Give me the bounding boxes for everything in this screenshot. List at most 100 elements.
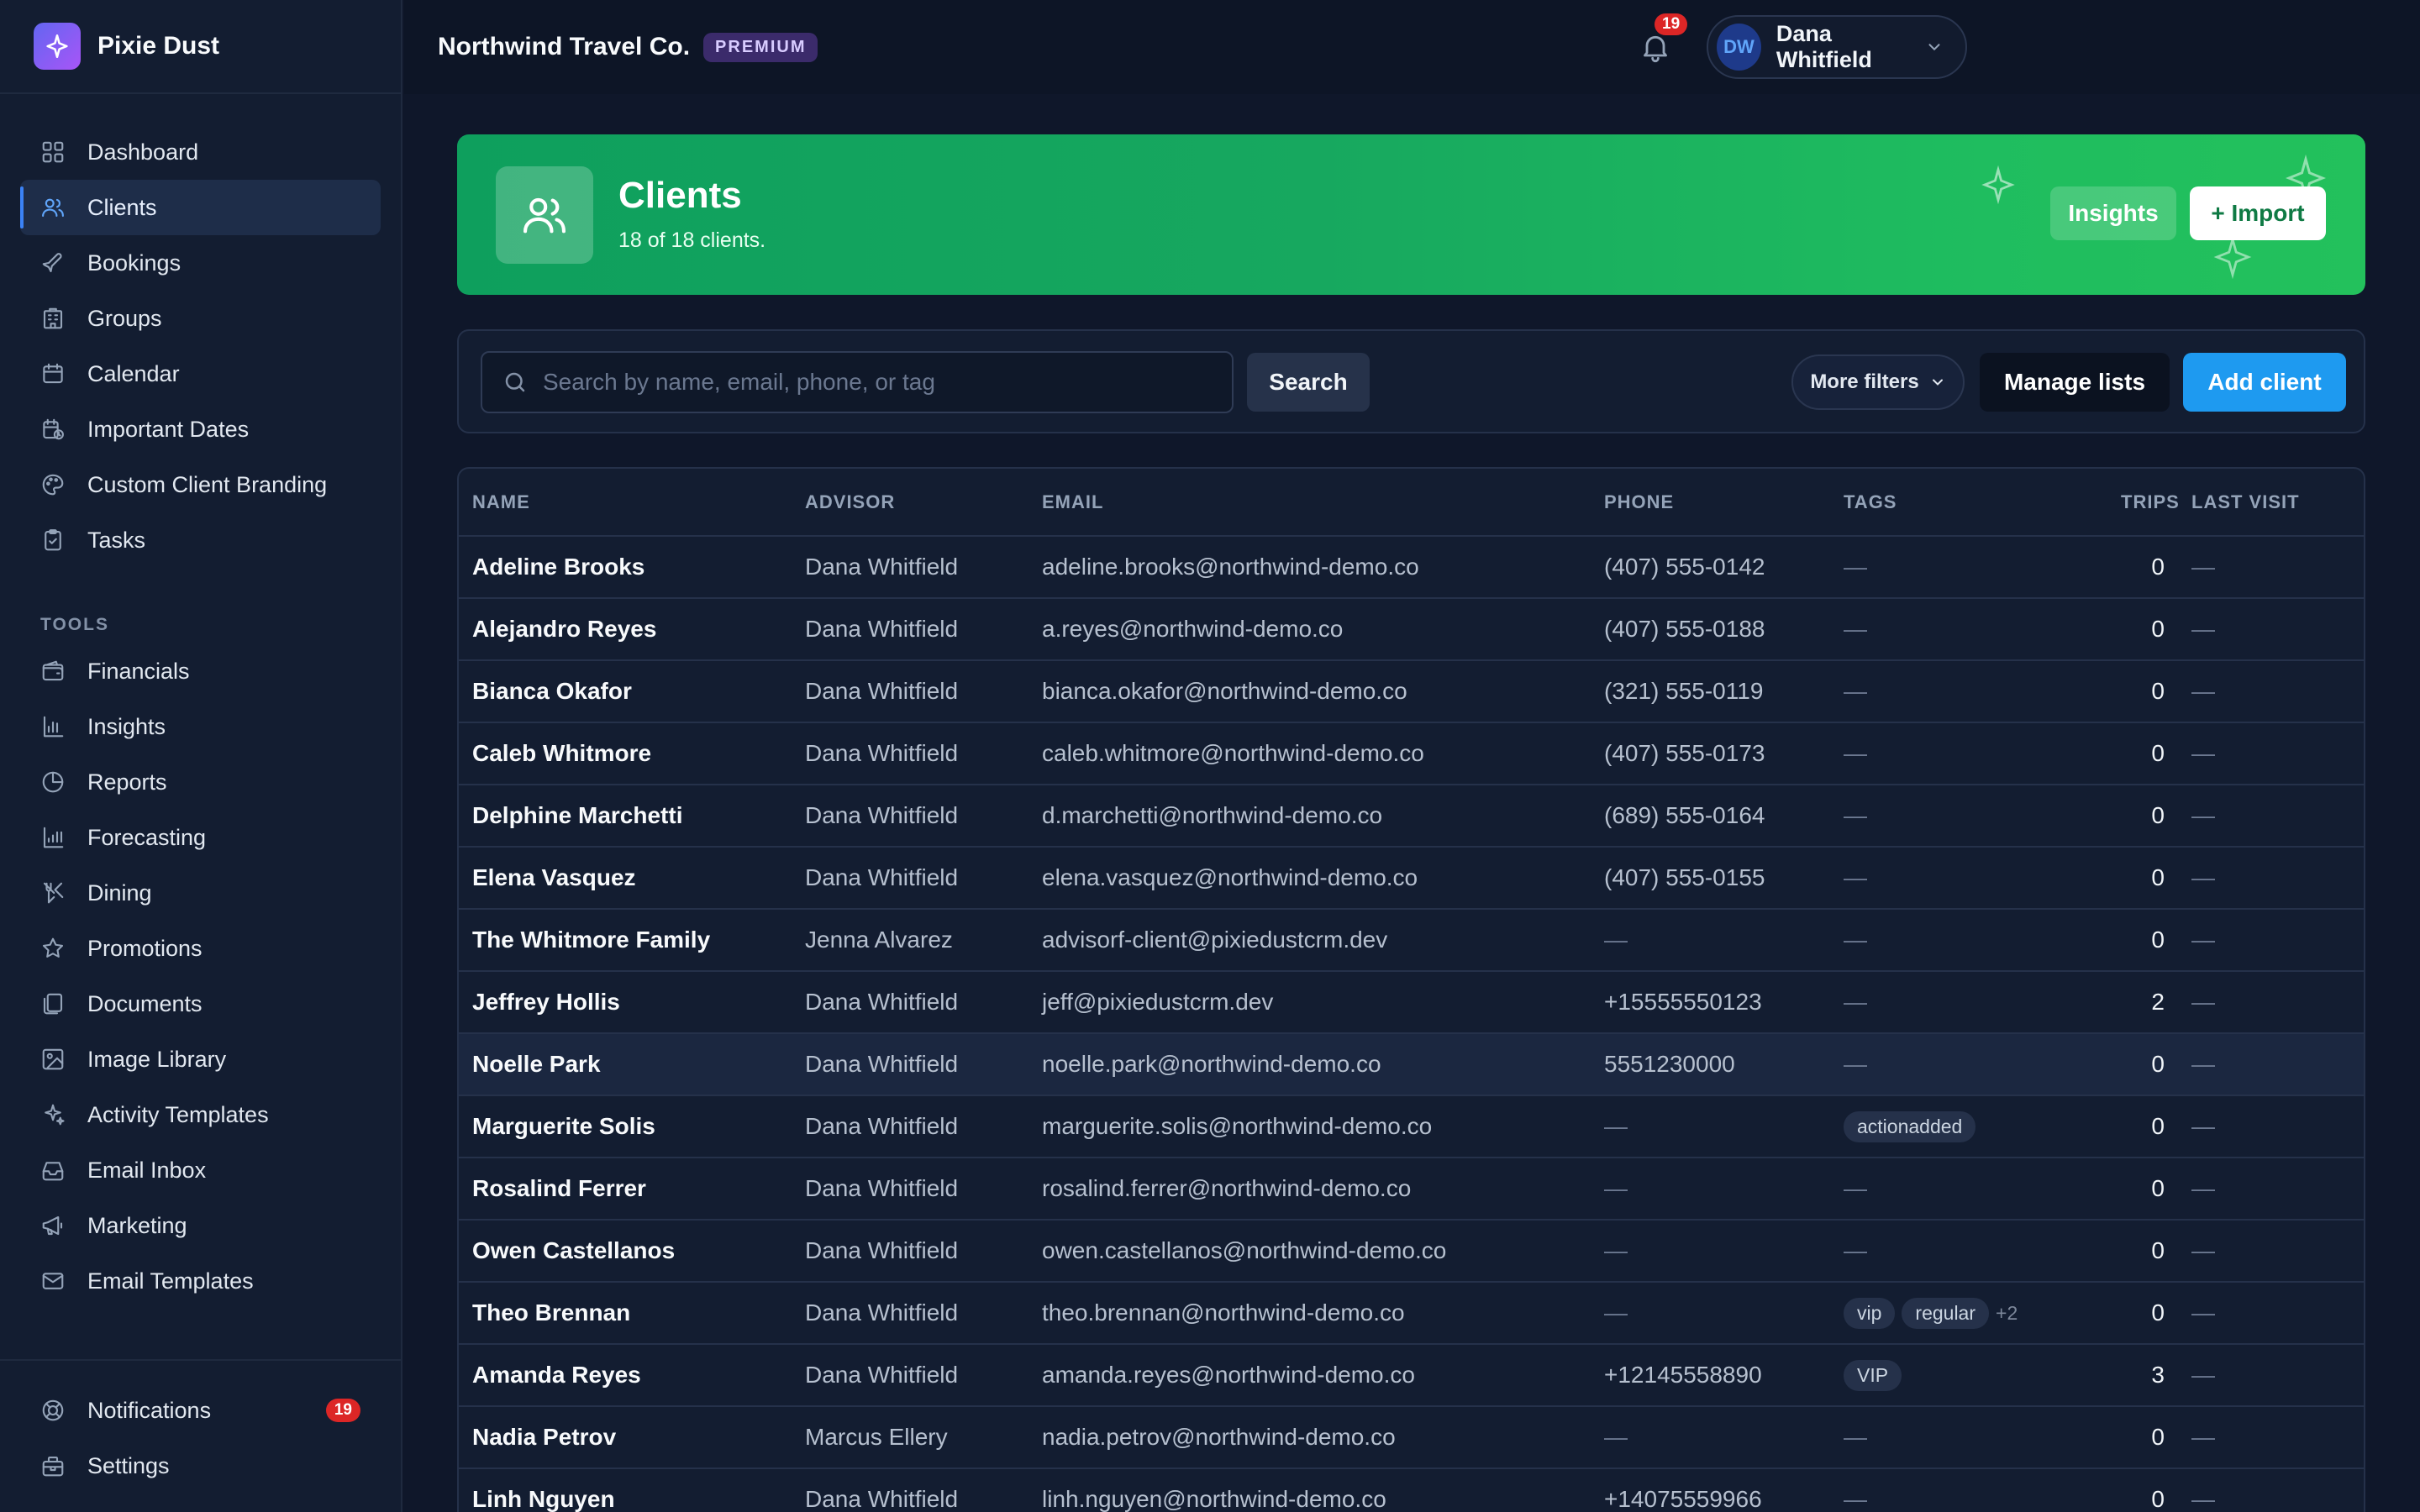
table-row[interactable]: Adeline Brooks Dana Whitfield adeline.broo… (459, 536, 2364, 599)
search-input[interactable] (543, 369, 1215, 396)
table-row[interactable]: Alejandro Reyes Dana Whitfield a.reyes@nor… (459, 598, 2364, 661)
table-row[interactable]: Jeffrey Hollis Dana Whitfield jeff@pixiedu… (459, 971, 2364, 1034)
sidebar-item-activity-templates[interactable]: Activity Templates (20, 1087, 381, 1142)
sidebar-item-important-dates[interactable]: Important Dates (20, 402, 381, 457)
page-title: Clients (618, 175, 742, 216)
sidebar-item-custom-client-branding[interactable]: Custom Client Branding (20, 457, 381, 512)
add-client-button[interactable]: Add client (2183, 353, 2346, 412)
column-header-last-visit[interactable]: LAST VISIT (2178, 469, 2364, 537)
client-name[interactable]: Elena Vasquez (459, 847, 792, 910)
sidebar-item-image-library[interactable]: Image Library (20, 1032, 381, 1087)
phone-cell: — (1591, 1406, 1830, 1469)
sidebar-item-documents[interactable]: Documents (20, 976, 381, 1032)
tags-cell: — (1830, 1468, 2107, 1512)
client-name[interactable]: Marguerite Solis (459, 1095, 792, 1158)
client-name[interactable]: Owen Castellanos (459, 1220, 792, 1283)
column-header-trips[interactable]: TRIPS (2107, 469, 2179, 537)
sidebar-item-label: Insights (87, 713, 166, 739)
pie-chart-icon (40, 769, 66, 795)
last-visit-cell: — (2178, 598, 2364, 661)
phone-cell: +12145558890 (1591, 1344, 1830, 1407)
sidebar-item-dining[interactable]: Dining (20, 865, 381, 921)
table-row[interactable]: Linh Nguyen Dana Whitfield linh.nguyen@nor… (459, 1468, 2364, 1512)
sidebar-item-promotions[interactable]: Promotions (20, 921, 381, 976)
table-row[interactable]: Bianca Okafor Dana Whitfield bianca.okafor… (459, 660, 2364, 723)
sidebar-item-bookings[interactable]: Bookings (20, 235, 381, 291)
client-name[interactable]: Delphine Marchetti (459, 785, 792, 848)
sidebar-item-settings[interactable]: Settings (20, 1438, 381, 1494)
table-row[interactable]: Theo Brennan Dana Whitfield theo.brennan@n… (459, 1282, 2364, 1345)
sidebar-item-calendar[interactable]: Calendar (20, 346, 381, 402)
table-row[interactable]: Nadia Petrov Marcus Ellery nadia.petrov@no… (459, 1406, 2364, 1469)
insights-button[interactable]: Insights (2050, 186, 2176, 240)
tag-chip: regular (1902, 1297, 1990, 1329)
sidebar-item-label: Important Dates (87, 416, 250, 442)
sidebar-item-forecasting[interactable]: Forecasting (20, 810, 381, 865)
phone-cell: +14075559966 (1591, 1468, 1830, 1512)
sidebar-item-email-inbox[interactable]: Email Inbox (20, 1142, 381, 1198)
sidebar-item-financials[interactable]: Financials (20, 643, 381, 699)
table-row[interactable]: The Whitmore Family Jenna Alvarez advisorf… (459, 909, 2364, 972)
client-name[interactable]: Linh Nguyen (459, 1468, 792, 1512)
sidebar-item-marketing[interactable]: Marketing (20, 1198, 381, 1253)
column-header-advisor[interactable]: ADVISOR (792, 469, 1028, 537)
chevron-down-icon (1925, 38, 1944, 56)
client-name[interactable]: Alejandro Reyes (459, 598, 792, 661)
client-name[interactable]: Jeffrey Hollis (459, 971, 792, 1034)
client-name[interactable]: Nadia Petrov (459, 1406, 792, 1469)
tools-nav: Financials Insights Reports Forecasting Dini… (0, 643, 401, 1309)
column-header-email[interactable]: EMAIL (1028, 469, 1591, 537)
advisor-cell: Dana Whitfield (792, 1344, 1028, 1407)
sidebar-item-tasks[interactable]: Tasks (20, 512, 381, 568)
client-name[interactable]: Theo Brennan (459, 1282, 792, 1345)
email-cell: linh.nguyen@northwind-demo.co (1028, 1468, 1591, 1512)
trips-count: 0 (2107, 1158, 2178, 1221)
search-button[interactable]: Search (1247, 353, 1370, 412)
table-row[interactable]: Marguerite Solis Dana Whitfield marguerite… (459, 1095, 2364, 1158)
phone-cell: 5551230000 (1591, 1033, 1830, 1096)
client-name[interactable]: Amanda Reyes (459, 1344, 792, 1407)
palette-icon (40, 472, 66, 497)
table-row[interactable]: Amanda Reyes Dana Whitfield amanda.reyes@n… (459, 1344, 2364, 1407)
sidebar-item-label: Bookings (87, 249, 182, 276)
table-row[interactable]: Owen Castellanos Dana Whitfield owen.caste… (459, 1220, 2364, 1283)
sidebar-item-label: Promotions (87, 935, 203, 961)
notifications-bell-icon[interactable] (1639, 30, 1672, 64)
column-header-name[interactable]: NAME (459, 469, 792, 537)
sidebar-item-email-templates[interactable]: Email Templates (20, 1253, 381, 1309)
sidebar-item-dashboard[interactable]: Dashboard (20, 124, 381, 180)
table-row[interactable]: Rosalind Ferrer Dana Whitfield rosalind.fe… (459, 1158, 2364, 1221)
phone-cell: (407) 555-0173 (1591, 722, 1830, 785)
email-cell: advisorf-client@pixiedustcrm.dev (1028, 909, 1591, 972)
sidebar-item-groups[interactable]: Groups (20, 291, 381, 346)
sidebar-item-notifications[interactable]: Notifications 19 (20, 1383, 381, 1438)
tags-cell: actionadded (1830, 1095, 2107, 1158)
user-menu[interactable]: DW Dana Whitfield (1707, 15, 1967, 79)
tags-cell: — (1830, 536, 2107, 599)
import-button[interactable]: + Import (2190, 186, 2326, 240)
trips-count: 0 (2107, 1406, 2178, 1469)
table-row[interactable]: Delphine Marchetti Dana Whitfield d.marche… (459, 785, 2364, 848)
advisor-cell: Dana Whitfield (792, 660, 1028, 723)
client-count: 18 of 18 clients. (618, 228, 766, 252)
column-header-phone[interactable]: PHONE (1591, 469, 1830, 537)
column-header-tags[interactable]: TAGS (1830, 469, 2107, 537)
sidebar-item-reports[interactable]: Reports (20, 754, 381, 810)
table-row[interactable]: Noelle Park Dana Whitfield noelle.park@nor… (459, 1033, 2364, 1096)
client-name[interactable]: Bianca Okafor (459, 660, 792, 723)
table-row[interactable]: Caleb Whitmore Dana Whitfield caleb.whitmo… (459, 722, 2364, 785)
client-name[interactable]: The Whitmore Family (459, 909, 792, 972)
brand[interactable]: Pixie Dust (0, 0, 401, 94)
table-row[interactable]: Elena Vasquez Dana Whitfield elena.vasquez… (459, 847, 2364, 910)
sidebar-item-label: Groups (87, 305, 162, 331)
client-name[interactable]: Caleb Whitmore (459, 722, 792, 785)
client-name[interactable]: Adeline Brooks (459, 536, 792, 599)
last-visit-cell: — (2178, 1033, 2364, 1096)
client-name[interactable]: Rosalind Ferrer (459, 1158, 792, 1221)
manage-lists-button[interactable]: Manage lists (1980, 353, 2170, 412)
search-field[interactable] (481, 351, 1234, 413)
client-name[interactable]: Noelle Park (459, 1033, 792, 1096)
more-filters-button[interactable]: More filters (1791, 354, 1965, 410)
sidebar-item-insights[interactable]: Insights (20, 699, 381, 754)
sidebar-item-clients[interactable]: Clients (20, 180, 381, 235)
